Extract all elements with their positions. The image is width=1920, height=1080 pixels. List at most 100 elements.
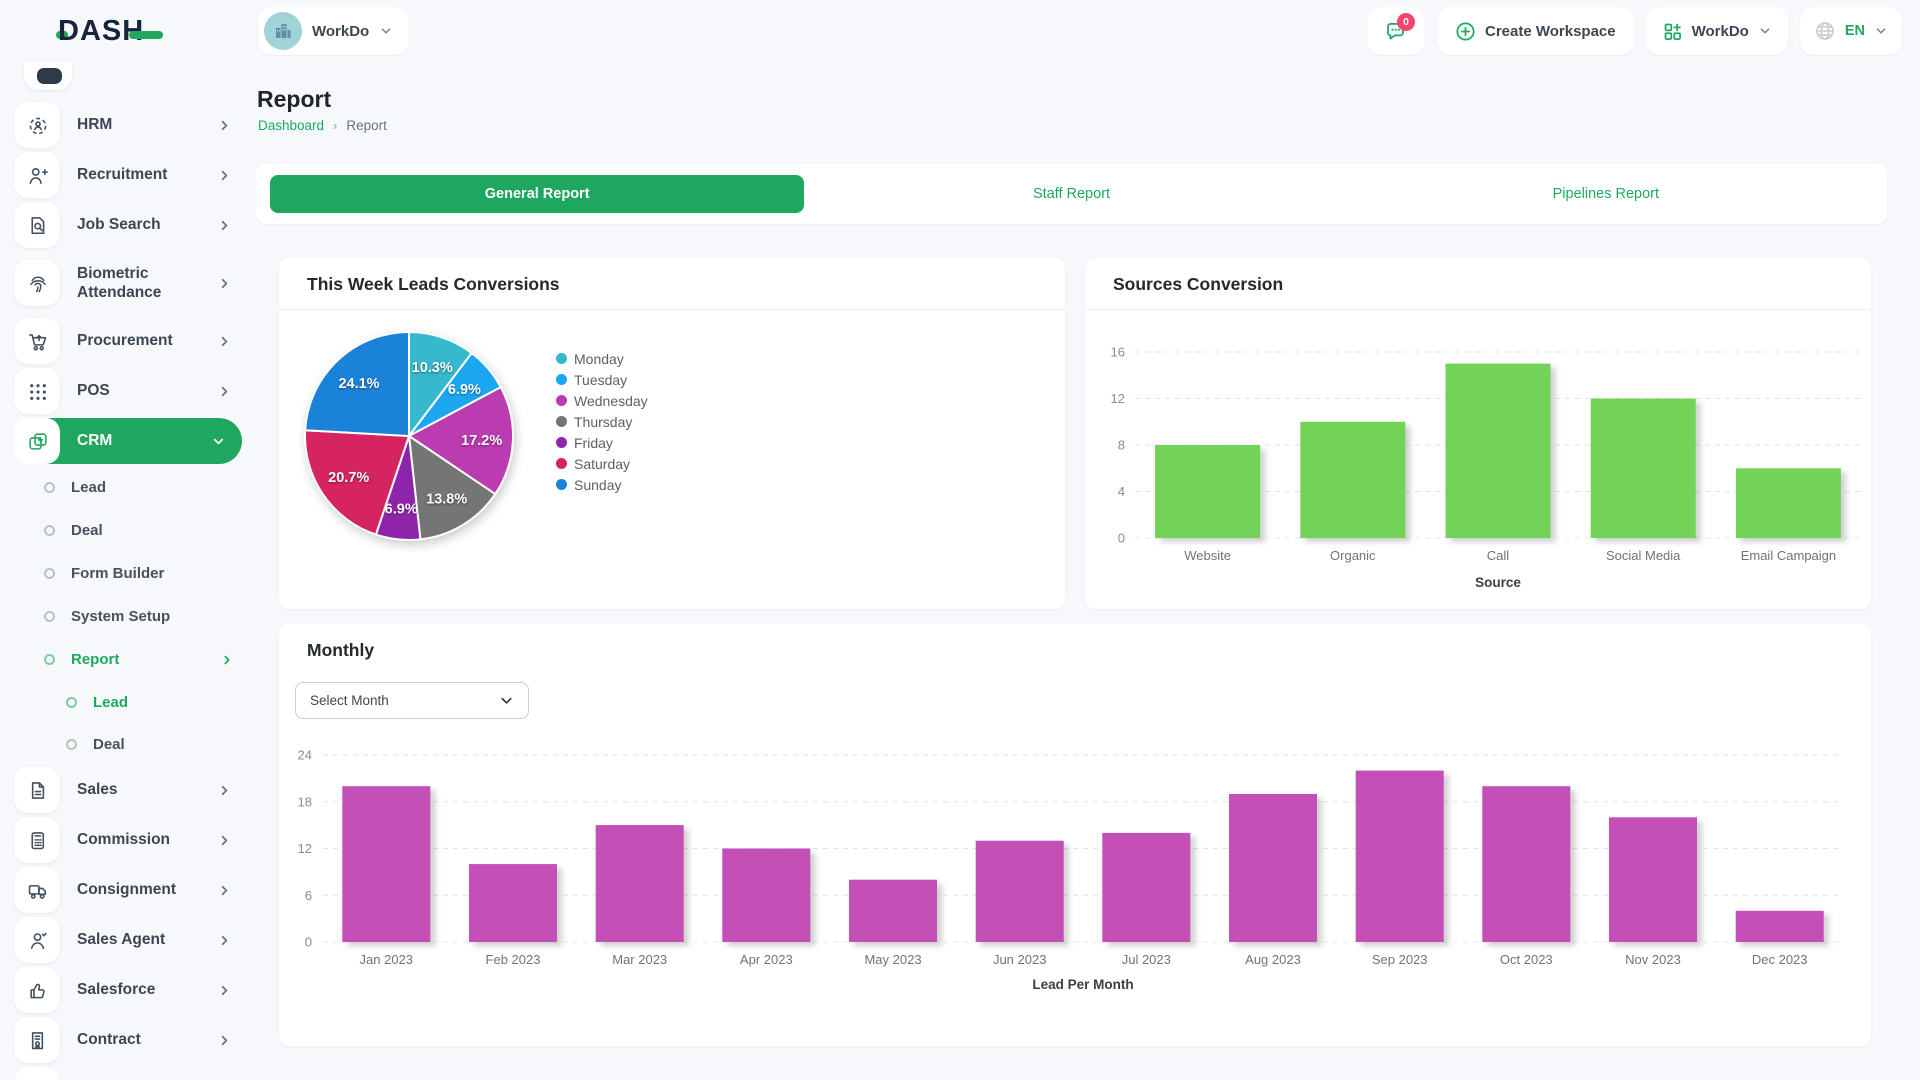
bar-sep-2023 (1356, 771, 1444, 942)
sidebar-subitem-form-builder[interactable]: Form Builder (44, 554, 256, 593)
procurement-icon (14, 318, 60, 364)
bar-jun-2023 (976, 841, 1064, 942)
header-actions: 0 Create Workspace WorkDo EN (1367, 7, 1902, 55)
legend-item-tuesday: Tuesday (556, 369, 648, 390)
sidebar-item-pos[interactable]: POS (14, 368, 256, 414)
sidebar-item-label: Biometric Attendance (77, 264, 217, 303)
legend-item-sunday: Sunday (556, 474, 648, 495)
messages-badge: 0 (1397, 13, 1415, 31)
sidebar-item-recruitment[interactable]: Recruitment (14, 152, 256, 198)
legend-item-saturday: Saturday (556, 453, 648, 474)
app-logo[interactable]: DASH (56, 15, 163, 48)
job-search-icon (14, 202, 60, 248)
x-category-label: Mar 2023 (612, 952, 667, 967)
sidebar-subitem-label: Deal (71, 522, 256, 539)
y-tick-label: 6 (305, 888, 312, 903)
language-selector[interactable]: EN (1800, 7, 1902, 55)
create-workspace-label: Create Workspace (1485, 23, 1616, 40)
recruitment-icon (14, 152, 60, 198)
sidebar-item-label: Contract (77, 1030, 217, 1049)
x-category-label: Apr 2023 (740, 952, 793, 967)
workspace-name: WorkDo (312, 23, 369, 40)
sidebar-item-biometric-attendance[interactable]: Biometric Attendance (14, 252, 256, 314)
workspace-avatar (264, 12, 302, 50)
bar-nov-2023 (1609, 817, 1697, 942)
hrm-icon (14, 102, 60, 148)
sidebar-item-hrm[interactable]: HRM (14, 102, 256, 148)
monthly-bar-chart-svg: 06121824Jan 2023Feb 2023Mar 2023Apr 2023… (295, 736, 1855, 1002)
sidebar-item-sales[interactable]: Sales (14, 767, 256, 813)
legend-dot-icon (556, 437, 567, 448)
language-code: EN (1845, 23, 1865, 39)
sidebar-subitem-lead[interactable]: Lead (44, 468, 256, 507)
app-grid-menu[interactable]: WorkDo (1646, 7, 1788, 55)
sidebar-item-commission[interactable]: Commission (14, 817, 256, 863)
select-month-value: Select Month (310, 693, 499, 708)
bar-jul-2023 (1102, 833, 1190, 942)
bar-email-campaign (1736, 468, 1841, 538)
tab-general-report[interactable]: General Report (270, 175, 804, 213)
sidebar-item-job-search[interactable]: Job Search (14, 202, 256, 248)
sidebar-subitem-label: Report (71, 651, 220, 668)
chevron-right-icon (217, 118, 232, 133)
x-category-label: May 2023 (864, 952, 921, 967)
x-category-label: Sep 2023 (1372, 952, 1428, 967)
chevron-down-icon (211, 434, 226, 449)
leads-pie-chart: 10.3%6.9%17.2%13.8%6.9%20.7%24.1% (293, 320, 525, 557)
sidebar-subsubitem-lead[interactable]: Lead (66, 683, 256, 721)
y-tick-label: 8 (1118, 438, 1125, 453)
top-header: DASH WorkDo 0 Create Workspace WorkDo EN (0, 0, 1920, 62)
sources-bar-chart-svg: 0481216WebsiteOrganicCallSocial MediaEma… (1095, 310, 1871, 602)
sidebar-item-label: Job Search (77, 215, 217, 234)
page-title: Report (257, 86, 331, 113)
sidebar-subitem-system-setup[interactable]: System Setup (44, 597, 256, 636)
sidebar-item-procurement[interactable]: Procurement (14, 318, 256, 364)
sidebar-item-contract[interactable]: Contract (14, 1017, 256, 1063)
chevron-right-icon (217, 883, 232, 898)
y-tick-label: 12 (298, 841, 312, 856)
sidebar-item-sales-agent[interactable]: Sales Agent (14, 917, 256, 963)
legend-item-monday: Monday (556, 348, 648, 369)
breadcrumb-dashboard-link[interactable]: Dashboard (258, 118, 324, 133)
tab-pipelines-report[interactable]: Pipelines Report (1339, 175, 1873, 213)
legend-label: Friday (574, 435, 613, 451)
sidebar-subsubitem-deal[interactable]: Deal (66, 725, 256, 763)
tab-staff-report[interactable]: Staff Report (804, 175, 1338, 213)
messages-button[interactable]: 0 (1367, 7, 1425, 55)
bullet-icon (44, 611, 55, 622)
bar-aug-2023 (1229, 794, 1317, 942)
x-axis-title: Lead Per Month (1032, 977, 1133, 992)
sidebar-item-label: POS (77, 381, 217, 400)
x-category-label: Organic (1330, 548, 1376, 563)
sidebar-item-crm[interactable]: CRM (14, 418, 242, 464)
building-icon (273, 21, 293, 41)
chevron-down-icon (1758, 24, 1772, 38)
biometric-attendance-icon (14, 260, 60, 306)
breadcrumb-separator: › (333, 118, 337, 133)
sidebar-item-indiamart[interactable]: Indiamart (14, 1067, 256, 1080)
logo-accent-right (129, 31, 163, 39)
chevron-right-icon (217, 276, 232, 291)
workspace-selector[interactable]: WorkDo (258, 7, 409, 55)
pos-icon (14, 368, 60, 414)
sidebar-subitem-report[interactable]: Report (44, 640, 256, 679)
sidebar-subitem-deal[interactable]: Deal (44, 511, 256, 550)
indiamart-icon (14, 1067, 60, 1080)
pie-value-label: 20.7% (328, 470, 369, 486)
bullet-icon (44, 568, 55, 579)
sidebar-subitem-label: System Setup (71, 608, 256, 625)
bullet-icon (66, 697, 77, 708)
y-tick-label: 12 (1111, 391, 1125, 406)
breadcrumb-current: Report (346, 118, 387, 133)
legend-dot-icon (556, 416, 567, 427)
legend-dot-icon (556, 395, 567, 406)
x-axis-title: Source (1475, 575, 1521, 590)
pie-value-label: 24.1% (338, 376, 379, 392)
create-workspace-button[interactable]: Create Workspace (1437, 7, 1634, 55)
chevron-right-icon (220, 653, 234, 667)
sidebar-item-label: Sales (77, 780, 217, 799)
select-month-dropdown[interactable]: Select Month (295, 682, 529, 719)
sidebar-item-consignment[interactable]: Consignment (14, 867, 256, 913)
sidebar-item-salesforce[interactable]: Salesforce (14, 967, 256, 1013)
sidebar-item-label: CRM (77, 431, 211, 450)
